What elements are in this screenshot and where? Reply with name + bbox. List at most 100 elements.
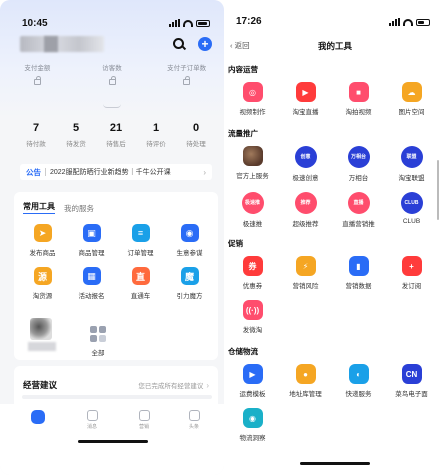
calendar-icon: ▦ bbox=[82, 267, 101, 285]
tool-item[interactable]: ⚡ 营销风险 bbox=[279, 256, 332, 290]
tool-label: 视频制作 bbox=[239, 109, 266, 116]
tool-label: CLUB bbox=[402, 218, 421, 225]
tool-item[interactable]: 联盟 淘宝联盟 bbox=[385, 146, 438, 182]
lock-icon bbox=[33, 76, 41, 85]
expand-handle[interactable] bbox=[103, 104, 121, 108]
grid-icon bbox=[90, 326, 106, 342]
tool-item[interactable]: 直播 直播营销推 bbox=[332, 192, 385, 228]
tool-label: 直通车 bbox=[130, 293, 151, 300]
tool-label: 直播营销推 bbox=[342, 221, 375, 228]
tool-item[interactable]: 直直通车 bbox=[116, 267, 165, 300]
tool-label: 极速创意 bbox=[292, 175, 319, 182]
blurred-shop-name bbox=[20, 36, 104, 52]
tool-label: 发订阅 bbox=[401, 283, 422, 290]
tab-marketing[interactable]: 营销 bbox=[124, 410, 164, 430]
tool-item[interactable]: CLUB CLUB bbox=[385, 192, 438, 228]
stat-label: 待售后 bbox=[106, 141, 126, 148]
tool-label: 发布商品 bbox=[29, 250, 56, 257]
tool-item[interactable]: CN 菜鸟电子面 bbox=[385, 364, 438, 398]
tab-my-services[interactable]: 我的服务 bbox=[64, 203, 94, 214]
tool-item[interactable]: ◎ 视频制作 bbox=[228, 82, 279, 116]
stat-pending-shipment[interactable]: 5 待发货 bbox=[56, 122, 96, 148]
tab-label: 消息 bbox=[86, 424, 97, 430]
cloud-icon: ☁ bbox=[401, 82, 422, 102]
express-icon: ◐ bbox=[348, 364, 369, 384]
divider bbox=[45, 168, 46, 176]
chevron-right-icon: › bbox=[203, 167, 206, 177]
metric-visitors[interactable]: 访客数 bbox=[75, 62, 150, 90]
tool-item[interactable]: ◉ 生意参谋 bbox=[165, 224, 214, 257]
tool-item[interactable]: ◐ 快递服务 bbox=[332, 364, 385, 398]
tool-item[interactable]: 券优惠券 bbox=[228, 256, 279, 290]
tool-item[interactable]: ➤ 发布商品 bbox=[18, 224, 67, 257]
tool-label: 万相台 bbox=[348, 175, 369, 182]
stat-number: 1 bbox=[152, 122, 160, 134]
scrollbar[interactable] bbox=[437, 160, 439, 220]
tool-item[interactable]: + 发订阅 bbox=[385, 256, 438, 290]
metric-sub-orders[interactable]: 支付子订单数 bbox=[149, 62, 224, 90]
tab-home[interactable] bbox=[18, 410, 58, 424]
blurred-tile-label bbox=[28, 342, 56, 351]
stat-pending-handle[interactable]: 0 待处理 bbox=[176, 122, 216, 148]
metric-pay-amount[interactable]: 支付金额 bbox=[0, 62, 75, 90]
tool-item[interactable]: ((·)) 发微淘 bbox=[228, 300, 279, 334]
search-icon[interactable] bbox=[173, 38, 184, 49]
wifi-icon bbox=[403, 18, 413, 26]
tool-item[interactable]: 万相台 万相台 bbox=[332, 146, 385, 182]
official-photo-icon bbox=[242, 146, 263, 166]
tool-item[interactable]: ● 地址库管理 bbox=[279, 364, 332, 398]
tool-label: 发微淘 bbox=[242, 327, 263, 334]
all-tools-button[interactable]: 全部 bbox=[80, 320, 116, 357]
tool-item[interactable]: 创意 极速创意 bbox=[279, 146, 332, 182]
tab-label: 头条 bbox=[188, 424, 199, 430]
shop-header: 10:45 + 支付金额 访客数 支付子订单数 bbox=[0, 0, 224, 118]
blurred-shop-name-mark bbox=[44, 36, 58, 52]
stat-pending-payment[interactable]: 7 待付款 bbox=[16, 122, 56, 148]
right-screen: 17:26 ‹ 返回 我的工具 内容运营 ◎ 视频制作 ▶ 淘宝直播 ■ 淘拍视频 ☁ 图片空间… bbox=[228, 0, 442, 475]
tool-item[interactable]: ▣ 商品管理 bbox=[67, 224, 116, 257]
tool-item[interactable]: 推荐 超级推荐 bbox=[279, 192, 332, 228]
tab-headlines[interactable]: 头条 bbox=[174, 410, 214, 430]
headlines-icon bbox=[188, 410, 200, 421]
section-title: 流量推广 bbox=[228, 129, 258, 138]
location-icon: ● bbox=[295, 364, 316, 384]
tool-item[interactable]: ◉ 物流洞察 bbox=[228, 408, 279, 442]
tool-item[interactable]: ▮ 营销数据 bbox=[332, 256, 385, 290]
tool-item[interactable]: ▶ 淘宝直播 bbox=[279, 82, 332, 116]
battery-icon bbox=[416, 18, 430, 26]
tools-tabs: 常用工具 我的服务 bbox=[23, 201, 94, 214]
tool-label: 官方上服务 bbox=[236, 173, 269, 180]
tool-label: 快递服务 bbox=[345, 391, 372, 398]
stat-after-sales[interactable]: 21 待售后 bbox=[96, 122, 136, 148]
section-grid: ◎ 视频制作 ▶ 淘宝直播 ■ 淘拍视频 ☁ 图片空间 bbox=[228, 82, 440, 116]
insight-icon: ◉ bbox=[242, 408, 263, 428]
stat-pending-review[interactable]: 1 待评价 bbox=[136, 122, 176, 148]
metric-label: 支付金额 bbox=[24, 65, 51, 72]
tool-item[interactable]: 极速推 极速推 bbox=[228, 192, 279, 228]
announcement-bar[interactable]: 公告 2022服配防晒行业新趋势｜千牛公开课 › bbox=[20, 164, 212, 180]
tab-label: 营销 bbox=[138, 424, 149, 430]
business-advice-status: 您已完成所有经营建议 bbox=[138, 383, 204, 390]
tool-item[interactable]: ▶ 运费模板 bbox=[228, 364, 279, 398]
announcement-text: 2022服配防晒行业新趋势｜千牛公开课 bbox=[50, 169, 171, 176]
stat-label: 待处理 bbox=[186, 141, 206, 148]
speed-creative-icon: 创意 bbox=[294, 146, 317, 168]
tool-item[interactable]: 源淘货源 bbox=[18, 267, 67, 300]
tool-item[interactable]: ▦ 活动报名 bbox=[67, 267, 116, 300]
tool-label: 引力魔方 bbox=[176, 293, 203, 300]
tool-item[interactable]: ≡ 订单管理 bbox=[116, 224, 165, 257]
tool-item[interactable]: ■ 淘拍视频 bbox=[332, 82, 385, 116]
compass-icon: ◉ bbox=[180, 224, 199, 242]
tab-messages[interactable]: 消息 bbox=[72, 410, 112, 430]
add-button[interactable]: + bbox=[198, 37, 212, 51]
tool-item[interactable]: 魔引力魔方 bbox=[165, 267, 214, 300]
tool-item[interactable]: 官方上服务 bbox=[228, 146, 279, 182]
tool-item[interactable]: ☁ 图片空间 bbox=[385, 82, 438, 116]
tab-common-tools[interactable]: 常用工具 bbox=[23, 201, 55, 214]
metric-label: 访客数 bbox=[102, 65, 122, 72]
live-push-icon: 直播 bbox=[347, 192, 370, 214]
shop-photo-tile[interactable] bbox=[30, 318, 52, 340]
section-title: 仓储物流 bbox=[228, 347, 258, 356]
marketing-icon bbox=[138, 410, 150, 421]
order-icon: ≡ bbox=[131, 224, 150, 242]
